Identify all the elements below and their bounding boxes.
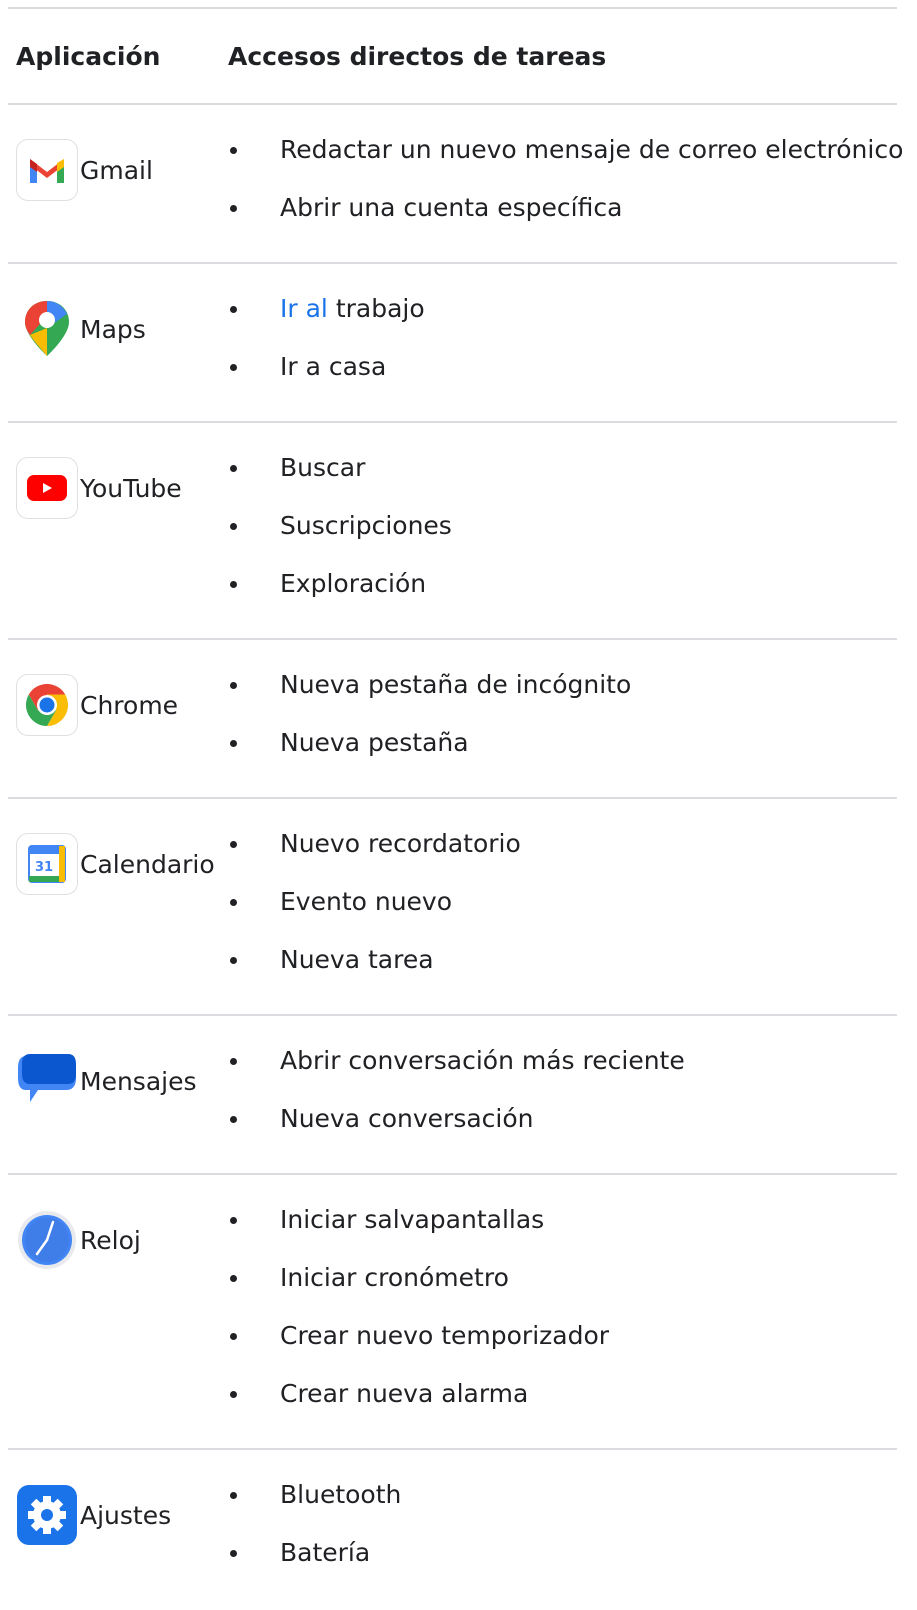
ir-al-link[interactable]: Ir al — [280, 294, 328, 323]
list-item: Exploración — [8, 555, 897, 613]
bullet — [230, 364, 237, 371]
bullet — [230, 205, 237, 212]
list-item: Nueva pestaña — [8, 714, 897, 772]
list-item: Evento nuevo — [8, 873, 897, 931]
bullet — [230, 1058, 237, 1065]
table-row-youtube: YouTube Buscar Suscripciones Exploración — [8, 423, 897, 638]
bullet — [230, 1275, 237, 1282]
list-item: Crear nueva alarma — [8, 1365, 897, 1423]
list-item: Ir a casa — [8, 338, 897, 396]
list-item: Abrir una cuenta específica — [8, 179, 897, 237]
list-item: Nueva tarea — [8, 931, 897, 989]
bullet — [230, 306, 237, 313]
shortcut-list: Iniciar salvapantallas Iniciar cronómetr… — [8, 1191, 897, 1423]
bullet — [230, 465, 237, 472]
bullet — [230, 682, 237, 689]
bullet — [230, 523, 237, 530]
shortcut-list: Redactar un nuevo mensaje de correo elec… — [8, 121, 903, 237]
list-item: Bluetooth — [8, 1466, 897, 1524]
column-header-app: Aplicación — [16, 42, 161, 71]
shortcut-list: Nuevo recordatorio Evento nuevo Nueva ta… — [8, 815, 897, 989]
list-item: Ir al trabajo — [8, 280, 897, 338]
bullet — [230, 1391, 237, 1398]
bullet — [230, 1217, 237, 1224]
bullet — [230, 1550, 237, 1557]
bullet — [230, 1333, 237, 1340]
shortcut-list: Abrir conversación más reciente Nueva co… — [8, 1032, 897, 1148]
list-item: Nuevo recordatorio — [8, 815, 897, 873]
list-item: Iniciar cronómetro — [8, 1249, 897, 1307]
bullet — [230, 1492, 237, 1499]
shortcut-list: Buscar Suscripciones Exploración — [8, 439, 897, 613]
list-item: Batería — [8, 1524, 897, 1582]
table-row-clock: Reloj Iniciar salvapantallas Iniciar cro… — [8, 1175, 897, 1448]
list-item: Nueva pestaña de incógnito — [8, 656, 897, 714]
bullet — [230, 740, 237, 747]
shortcuts-table: Aplicación Accesos directos de tareas Gm… — [8, 7, 903, 1610]
table-row-settings: Ajustes Bluetooth Batería — [8, 1450, 897, 1610]
list-item: Buscar — [8, 439, 897, 497]
table-header: Aplicación Accesos directos de tareas — [8, 9, 897, 103]
shortcut-list: Ir al trabajo Ir a casa — [8, 280, 897, 396]
bullet — [230, 957, 237, 964]
bullet — [230, 147, 237, 154]
list-item: Iniciar salvapantallas — [8, 1191, 897, 1249]
list-item: Crear nuevo temporizador — [8, 1307, 897, 1365]
list-item: Redactar un nuevo mensaje de correo elec… — [8, 121, 903, 179]
bullet — [230, 899, 237, 906]
list-item: Nueva conversación — [8, 1090, 897, 1148]
bullet — [230, 581, 237, 588]
list-item: Abrir conversación más reciente — [8, 1032, 897, 1090]
bullet — [230, 841, 237, 848]
table-row-gmail: Gmail Redactar un nuevo mensaje de corre… — [8, 105, 903, 262]
bullet — [230, 1116, 237, 1123]
shortcut-list: Bluetooth Batería — [8, 1466, 897, 1582]
shortcut-list: Nueva pestaña de incógnito Nueva pestaña — [8, 656, 897, 772]
column-header-shortcuts: Accesos directos de tareas — [228, 42, 607, 71]
table-row-calendar: 31 Calendario Nuevo recordatorio Evento … — [8, 799, 897, 1014]
list-item: Suscripciones — [8, 497, 897, 555]
table-row-messages: Mensajes Abrir conversación más reciente… — [8, 1016, 897, 1173]
table-row-maps: Maps Ir al trabajo Ir a casa — [8, 264, 897, 421]
table-row-chrome: Chrome Nueva pestaña de incógnito Nueva … — [8, 640, 897, 797]
